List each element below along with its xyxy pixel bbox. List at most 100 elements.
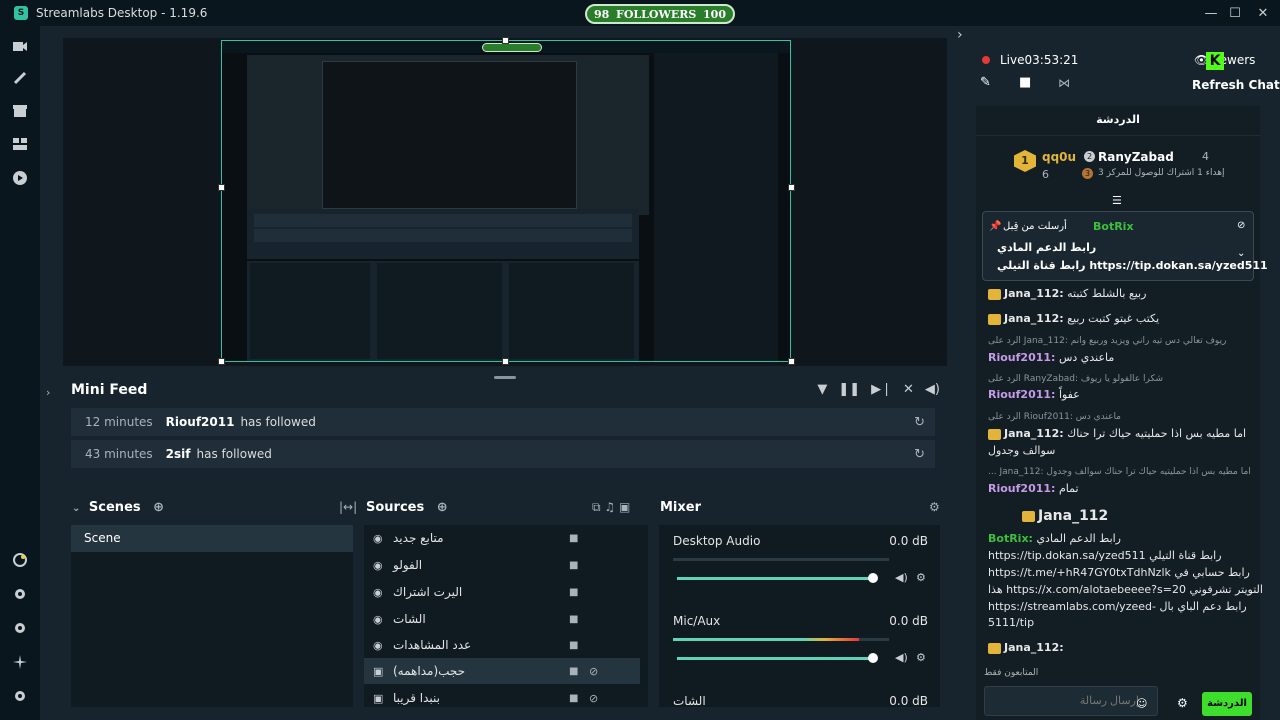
edit-stream-icon[interactable]: ✎ <box>980 75 991 90</box>
scene-item[interactable]: Scene <box>71 525 353 552</box>
unpin-icon[interactable]: ⊘ <box>1237 220 1245 231</box>
chat-message: Jana_112: <box>988 641 1064 654</box>
chat-message: Jana_112: اما مطيه بس اذا حمليتيه حياك ت… <box>988 427 1246 440</box>
display-capture-source[interactable] <box>221 40 791 362</box>
leader-1-name: qq0u <box>1042 150 1077 164</box>
chat-reply-context: الرد على RanyZabad: شكرا عالفولو يا ريوف <box>988 374 1164 384</box>
source-item[interactable]: ◉ الفولو ■ <box>364 552 640 578</box>
resize-handle[interactable] <box>788 184 795 191</box>
visibility-hidden-icon[interactable]: ⊘ <box>589 665 598 678</box>
mini-feed-controls: ▼ ❚❚ ▶❘ ✕ ◀) <box>817 382 940 397</box>
close-button[interactable]: ✕ <box>1248 0 1278 26</box>
copy-source-icon[interactable]: ⧉ <box>592 500 601 514</box>
chat-settings-icon[interactable]: ⚙ <box>1177 696 1188 710</box>
emoji-icon[interactable]: ☺ <box>1136 697 1147 710</box>
share-icon[interactable]: ⋈ <box>1058 76 1070 90</box>
add-scene-icon[interactable]: ⊕ <box>153 500 164 515</box>
chat-input[interactable] <box>984 686 1158 716</box>
play-icon[interactable] <box>10 168 30 188</box>
add-source-icon[interactable]: ⊕ <box>437 500 448 515</box>
source-label: حجب(مداهمه) <box>393 664 466 678</box>
gear-icon[interactable] <box>10 686 30 706</box>
captured-followers-widget <box>482 43 542 52</box>
lock-icon[interactable]: ■ <box>569 614 578 625</box>
expand-pinned-icon[interactable]: ⌄ <box>1237 248 1245 259</box>
captured-inner-preview <box>322 61 577 209</box>
skip-icon[interactable]: ▶❘ <box>871 382 892 397</box>
drag-handle[interactable] <box>494 376 516 379</box>
mute-alerts-icon[interactable]: ✕ <box>903 382 914 397</box>
studio-icon[interactable] <box>10 36 30 56</box>
source-label: متابع جديد <box>393 531 444 545</box>
send-chat-button[interactable]: الدردشة <box>1202 692 1252 716</box>
source-item[interactable]: ◉ متابع جديد ■ <box>364 525 640 551</box>
dashboard-icon[interactable] <box>10 550 30 570</box>
resize-handle[interactable] <box>218 184 225 191</box>
refresh-chat-button[interactable]: Refresh Chat <box>1192 78 1280 92</box>
mixer-settings-icon[interactable]: ⚙ <box>929 500 940 514</box>
lock-icon[interactable]: ■ <box>569 693 578 704</box>
resize-handle[interactable] <box>218 358 225 365</box>
lock-icon[interactable]: ■ <box>569 666 578 677</box>
lock-icon[interactable]: ■ <box>569 533 578 544</box>
resize-handle[interactable] <box>502 358 509 365</box>
lock-icon[interactable]: ■ <box>569 587 578 598</box>
volume-slider[interactable] <box>677 577 871 580</box>
channel-name: Desktop Audio <box>673 534 761 548</box>
collapse-chevron-icon[interactable]: ⌄ <box>72 503 80 514</box>
pause-icon[interactable]: ❚❚ <box>838 382 860 397</box>
leader-2-name: RanyZabad <box>1098 150 1174 164</box>
filter-icon[interactable]: ▼ <box>817 382 827 397</box>
store-icon[interactable] <box>10 101 30 121</box>
source-item[interactable]: ◉ الشات ■ <box>364 606 640 632</box>
globe-icon: ◉ <box>373 531 383 545</box>
channel-db: 0.0 dB <box>889 534 928 548</box>
captured-bottom-panels <box>247 261 639 361</box>
lock-icon[interactable]: ■ <box>569 640 578 651</box>
layout-icon[interactable] <box>10 134 30 154</box>
settings-gear-2-icon[interactable] <box>10 618 30 638</box>
volume-slider-knob[interactable] <box>868 573 878 583</box>
captured-feed-row <box>254 229 632 242</box>
channel-settings-icon[interactable]: ⚙ <box>916 571 926 584</box>
channel-settings-icon[interactable]: ⚙ <box>916 651 926 664</box>
speaker-icon[interactable]: ◀) <box>895 651 908 664</box>
source-item[interactable]: ▣ بنبدا قريبا ■ ⊘ <box>364 685 640 707</box>
themes-icon[interactable] <box>10 68 30 88</box>
viewer-count: 👁viewers <box>1194 53 1255 67</box>
camera-icon[interactable]: ■ <box>1019 75 1031 90</box>
chat-message-continued: https://t.me/+hR47GY0txTdhNzlk رابط حساب… <box>988 566 1250 579</box>
captured-mixer <box>509 263 634 359</box>
repeat-alert-icon[interactable]: ↻ <box>914 415 925 430</box>
channel-db: 0.0 dB <box>889 694 928 707</box>
mic-source-icon[interactable]: ♫ <box>604 500 615 514</box>
effects-icon[interactable] <box>10 652 30 672</box>
source-label: الفولو <box>393 558 423 572</box>
volume-icon[interactable]: ◀) <box>925 382 940 397</box>
visibility-hidden-icon[interactable]: ⊘ <box>589 692 598 705</box>
resize-handle[interactable] <box>502 37 509 44</box>
source-item[interactable]: ◉ اليرت اشتراك ■ <box>364 579 640 605</box>
mini-feed-title: Mini Feed <box>71 382 148 398</box>
repeat-alert-icon[interactable]: ↻ <box>914 447 925 462</box>
feed-row: 43 minutes 2sif has followed ↻ <box>71 440 935 468</box>
chat-message-continued: هذا https://x.com/alotaebeeee?s=20 التوي… <box>988 583 1263 596</box>
mixer-title: Mixer <box>660 500 702 515</box>
source-item-selected[interactable]: ▣ حجب(مداهمه) ■ ⊘ <box>364 658 640 684</box>
feed-user: Riouf2011 <box>165 415 235 429</box>
live-indicator-icon <box>982 56 990 64</box>
folder-add-icon[interactable]: ▣ <box>619 500 630 514</box>
expand-chevron-icon[interactable]: › <box>46 386 50 399</box>
resize-handle[interactable] <box>788 358 795 365</box>
settings-gear-icon[interactable] <box>10 584 30 604</box>
collapse-dock-icon[interactable]: › <box>957 27 963 43</box>
maximize-button[interactable]: ☐ <box>1220 0 1250 26</box>
volume-slider[interactable] <box>677 657 871 660</box>
source-item[interactable]: ◉ عدد المشاهدات ■ <box>364 632 640 658</box>
speaker-icon[interactable]: ◀) <box>895 571 908 584</box>
volume-slider-knob[interactable] <box>868 653 878 663</box>
streamlabs-logo-icon: S <box>14 6 28 20</box>
lock-icon[interactable]: ■ <box>569 560 578 571</box>
scene-transition-icon[interactable]: |↔| <box>339 500 357 514</box>
collapse-leaderboard-icon[interactable]: ☰ <box>1112 194 1122 207</box>
